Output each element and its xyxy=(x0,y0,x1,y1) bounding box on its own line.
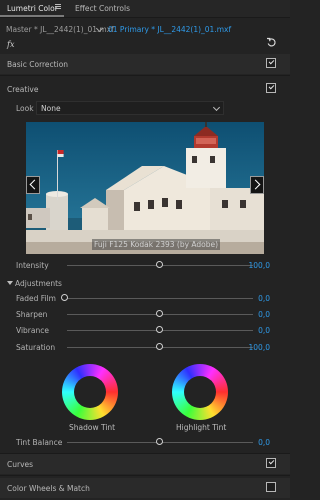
clip-selector[interactable]: 01 Primary * JL__2442(1)_01.mxf xyxy=(108,25,231,34)
tint-balance-label: Tint Balance xyxy=(16,438,63,447)
basic-correction-header[interactable]: Basic Correction xyxy=(0,54,290,74)
tint-balance-slider-thumb[interactable] xyxy=(156,438,163,445)
saturation-value[interactable]: 100,0 xyxy=(249,343,270,352)
creative-checkbox[interactable] xyxy=(266,83,276,93)
adjustments-title[interactable]: Adjustments xyxy=(15,279,62,288)
vibrance-value[interactable]: 0,0 xyxy=(258,326,270,335)
menu-icon[interactable] xyxy=(55,4,61,5)
look-preview-image: Fuji F125 Kodak 2393 (by Adobe) xyxy=(26,122,264,254)
basic-correction-title: Basic Correction xyxy=(7,60,69,69)
reset-icon[interactable] xyxy=(266,37,277,48)
color-wheels-match-checkbox[interactable] xyxy=(266,482,276,492)
curves-title: Curves xyxy=(7,460,34,469)
look-value: None xyxy=(41,104,61,113)
previous-look-button[interactable] xyxy=(26,176,40,194)
faded-film-slider[interactable] xyxy=(67,298,253,299)
look-preview-caption: Fuji F125 Kodak 2393 (by Adobe) xyxy=(92,239,221,250)
look-dropdown[interactable]: None xyxy=(36,101,224,115)
faded-film-slider-thumb[interactable] xyxy=(61,294,68,301)
disclosure-triangle-icon[interactable] xyxy=(7,281,13,285)
intensity-label: Intensity xyxy=(16,261,49,270)
intensity-slider-thumb[interactable] xyxy=(156,261,163,268)
faded-film-label: Faded Film xyxy=(16,294,56,303)
checkbox-icon xyxy=(268,58,274,65)
chevron-right-icon xyxy=(250,179,261,190)
dropdown-chevron-icon xyxy=(212,103,221,112)
source-bar: Master * JL__2442(1)_01.mxf 01 Primary *… xyxy=(0,18,290,34)
sharpen-slider-thumb[interactable] xyxy=(156,310,163,317)
checkbox-icon xyxy=(268,458,274,465)
chevron-left-icon xyxy=(29,179,40,190)
tab-lumetri-color[interactable]: Lumetri Color xyxy=(7,4,58,13)
sharpen-value[interactable]: 0,0 xyxy=(258,310,270,319)
saturation-slider-thumb[interactable] xyxy=(156,343,163,350)
look-label: Look xyxy=(16,104,34,113)
creative-header[interactable]: Creative xyxy=(0,79,290,99)
fx-toggle[interactable]: fx xyxy=(7,40,14,49)
checkbox-icon xyxy=(268,83,274,90)
sharpen-label: Sharpen xyxy=(16,310,48,319)
vibrance-slider-thumb[interactable] xyxy=(156,326,163,333)
divider xyxy=(0,475,290,476)
tab-effect-controls[interactable]: Effect Controls xyxy=(75,4,130,13)
highlight-tint-wheel[interactable] xyxy=(172,364,228,420)
lighthouse-scene xyxy=(26,122,264,254)
faded-film-value[interactable]: 0,0 xyxy=(258,294,270,303)
next-look-button[interactable] xyxy=(250,176,264,194)
color-wheels-match-header[interactable]: Color Wheels & Match xyxy=(0,478,290,498)
intensity-value[interactable]: 100,0 xyxy=(249,261,270,270)
saturation-label: Saturation xyxy=(16,343,56,352)
vibrance-label: Vibrance xyxy=(16,326,49,335)
divider xyxy=(0,75,290,76)
shadow-tint-label: Shadow Tint xyxy=(69,423,116,432)
tint-balance-value[interactable]: 0,0 xyxy=(258,438,270,447)
basic-correction-checkbox[interactable] xyxy=(266,58,276,68)
color-wheels-match-title: Color Wheels & Match xyxy=(7,484,90,493)
active-tab-indicator xyxy=(0,15,64,17)
curves-header[interactable]: Curves xyxy=(0,454,290,474)
panel-tab-bar: Lumetri Color Effect Controls xyxy=(0,0,290,18)
highlight-tint-label: Highlight Tint xyxy=(176,423,227,432)
creative-title: Creative xyxy=(7,85,39,94)
shadow-tint-wheel[interactable] xyxy=(62,364,118,420)
curves-checkbox[interactable] xyxy=(266,458,276,468)
